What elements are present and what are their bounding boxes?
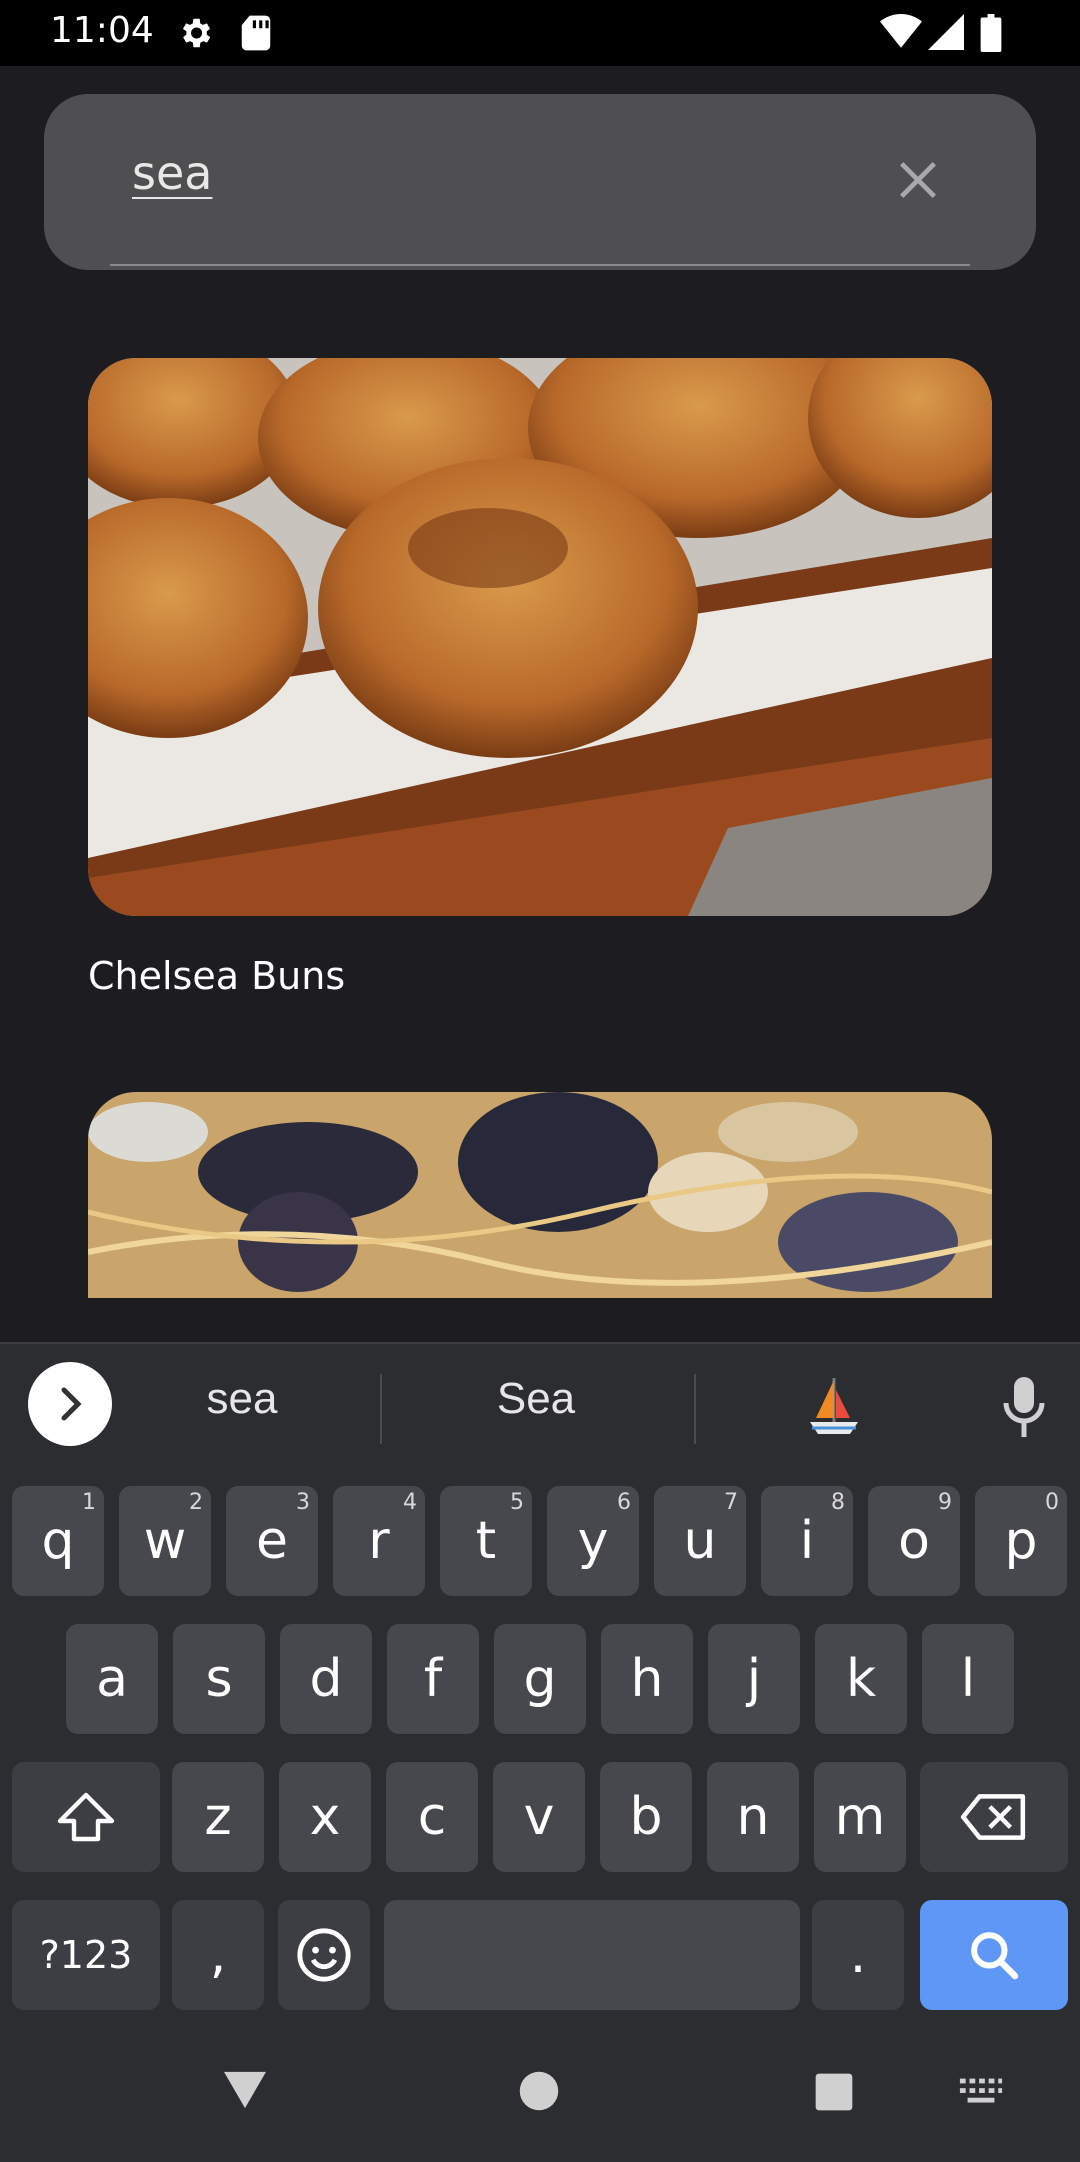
key-t[interactable]: t5 xyxy=(440,1486,532,1596)
key-d[interactable]: d xyxy=(280,1624,372,1734)
key-u[interactable]: u7 xyxy=(654,1486,746,1596)
suggestion-strip: sea Sea xyxy=(0,1344,1080,1470)
emoji-key[interactable] xyxy=(278,1900,370,2010)
recipe-image-seafood-pasta[interactable] xyxy=(88,1092,992,1298)
suggestion-1[interactable]: sea xyxy=(162,1374,322,1424)
key-e[interactable]: e3 xyxy=(226,1486,318,1596)
keyboard-icon[interactable] xyxy=(958,2076,1004,2108)
key-letter: p xyxy=(1004,1511,1038,1571)
key-letter: i xyxy=(799,1511,815,1571)
status-bar: 11:04 xyxy=(0,0,1080,66)
key-r[interactable]: r4 xyxy=(333,1486,425,1596)
key-letter: q xyxy=(41,1511,75,1571)
key-n[interactable]: n xyxy=(707,1762,799,1872)
search-box[interactable]: sea xyxy=(44,94,1036,270)
key-b[interactable]: b xyxy=(600,1762,692,1872)
backspace-key[interactable] xyxy=(920,1762,1068,1872)
chevron-right-icon xyxy=(61,1387,82,1421)
key-number-hint: 8 xyxy=(831,1490,845,1515)
sd-card-icon xyxy=(241,15,271,51)
battery-icon xyxy=(980,14,1002,52)
key-number-hint: 4 xyxy=(403,1490,417,1515)
key-q[interactable]: q1 xyxy=(12,1486,104,1596)
key-c[interactable]: c xyxy=(386,1762,478,1872)
key-p[interactable]: p0 xyxy=(975,1486,1067,1596)
close-icon[interactable] xyxy=(890,152,946,208)
recipe-title[interactable]: Chelsea Buns xyxy=(88,954,345,998)
key-x[interactable]: x xyxy=(279,1762,371,1872)
shift-key[interactable] xyxy=(12,1762,160,1872)
key-letter: r xyxy=(368,1511,390,1571)
sailboat-emoji-icon[interactable] xyxy=(806,1374,862,1438)
key-number-hint: 2 xyxy=(189,1490,203,1515)
settings-icon xyxy=(182,18,211,48)
key-number-hint: 3 xyxy=(296,1490,310,1515)
shift-icon xyxy=(57,1792,115,1842)
space-key[interactable] xyxy=(384,1900,800,2010)
key-y[interactable]: y6 xyxy=(547,1486,639,1596)
key-j[interactable]: j xyxy=(708,1624,800,1734)
mic-icon[interactable] xyxy=(1000,1372,1048,1442)
suggestion-2[interactable]: Sea xyxy=(456,1374,616,1424)
key-k[interactable]: k xyxy=(815,1624,907,1734)
emoji-icon xyxy=(297,1928,351,1982)
key-letter: e xyxy=(256,1511,288,1571)
key-number-hint: 5 xyxy=(510,1490,524,1515)
back-icon[interactable] xyxy=(222,2068,268,2110)
key-o[interactable]: o9 xyxy=(868,1486,960,1596)
search-key[interactable] xyxy=(920,1900,1068,2010)
key-number-hint: 1 xyxy=(82,1490,96,1515)
search-underline xyxy=(110,264,970,266)
comma-key[interactable]: , xyxy=(172,1900,264,2010)
suggestion-divider xyxy=(380,1374,382,1444)
navigation-bar xyxy=(0,2030,1080,2160)
key-letter: o xyxy=(898,1511,930,1571)
key-z[interactable]: z xyxy=(172,1762,264,1872)
symbols-key[interactable]: ?123 xyxy=(12,1900,160,2010)
key-w[interactable]: w2 xyxy=(119,1486,211,1596)
wifi-icon xyxy=(880,14,922,48)
key-letter: y xyxy=(577,1511,609,1571)
expand-toolbar-button[interactable] xyxy=(28,1362,112,1446)
period-key[interactable]: . xyxy=(812,1900,904,2010)
signal-icon xyxy=(928,14,964,50)
search-input[interactable]: sea xyxy=(132,146,212,200)
key-i[interactable]: i8 xyxy=(761,1486,853,1596)
key-letter: t xyxy=(475,1511,497,1571)
status-time: 11:04 xyxy=(50,10,154,51)
key-g[interactable]: g xyxy=(494,1624,586,1734)
key-s[interactable]: s xyxy=(173,1624,265,1734)
key-number-hint: 7 xyxy=(724,1490,738,1515)
key-h[interactable]: h xyxy=(601,1624,693,1734)
key-number-hint: 0 xyxy=(1045,1490,1059,1515)
backspace-icon xyxy=(960,1794,1026,1840)
key-l[interactable]: l xyxy=(922,1624,1014,1734)
key-letter: w xyxy=(143,1511,187,1571)
key-number-hint: 9 xyxy=(938,1490,952,1515)
key-number-hint: 6 xyxy=(617,1490,631,1515)
key-v[interactable]: v xyxy=(493,1762,585,1872)
recents-icon[interactable] xyxy=(814,2072,854,2112)
home-icon[interactable] xyxy=(518,2070,560,2112)
key-letter: u xyxy=(683,1511,717,1571)
recipe-image-chelsea-buns[interactable] xyxy=(88,358,992,916)
suggestion-divider xyxy=(694,1374,696,1444)
key-m[interactable]: m xyxy=(814,1762,906,1872)
key-f[interactable]: f xyxy=(387,1624,479,1734)
search-icon xyxy=(971,1932,1019,1980)
key-a[interactable]: a xyxy=(66,1624,158,1734)
